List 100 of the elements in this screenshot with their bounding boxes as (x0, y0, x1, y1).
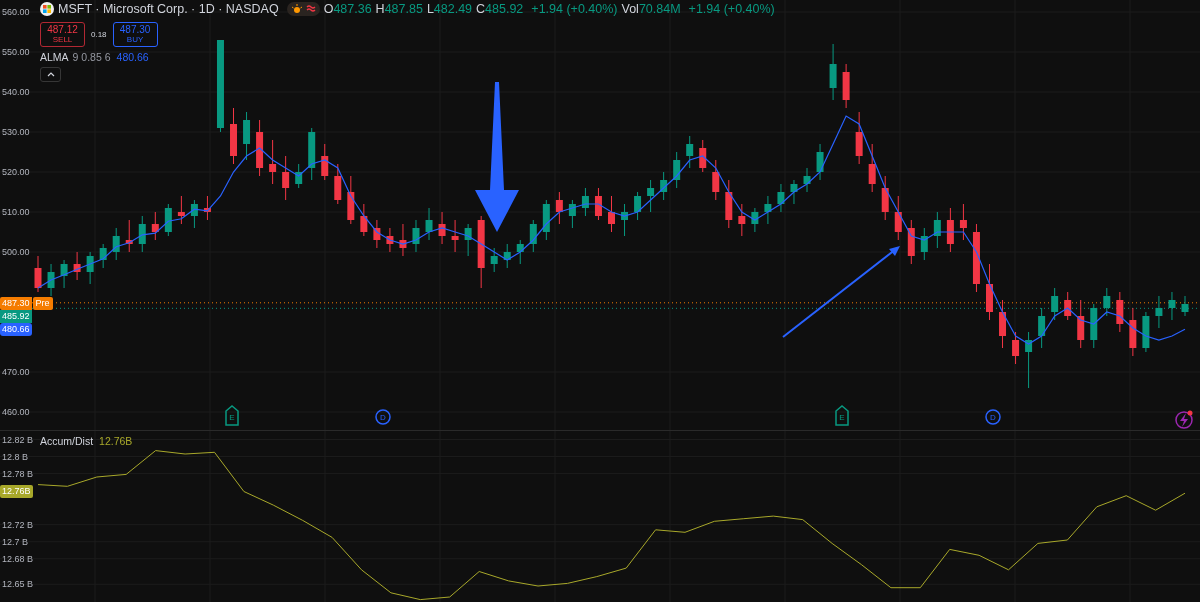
sun-icon[interactable] (290, 4, 303, 14)
axis-label: 530.00 (2, 127, 30, 137)
axis-label: 520.00 (2, 167, 30, 177)
candle (816, 143, 824, 181)
candle (647, 179, 655, 213)
candle (581, 187, 589, 217)
candle (712, 159, 720, 201)
candle (269, 139, 277, 185)
axis-label: 500.00 (2, 247, 30, 257)
candle (412, 219, 420, 253)
premarket-badge: Pre (32, 296, 53, 310)
candle (621, 203, 629, 237)
dividend-marker[interactable]: D (985, 409, 1001, 425)
candle (256, 119, 264, 177)
volume-value: Vol70.84M (621, 2, 681, 16)
candle (699, 139, 707, 173)
candle (34, 255, 42, 293)
indicator-name[interactable]: Accum/Dist (40, 435, 94, 447)
candle (73, 251, 81, 281)
price-change: +1.94 (+0.40%) (531, 2, 618, 16)
candle (790, 179, 798, 205)
symbol-title[interactable]: MSFT · Microsoft Corp. · 1D · NASDAQ (58, 2, 279, 16)
candle (1181, 295, 1189, 317)
axis-label: 550.00 (2, 47, 30, 57)
candle (777, 183, 785, 213)
logo-icon (40, 2, 54, 16)
candle (634, 191, 642, 221)
candle (47, 263, 55, 297)
candle (503, 243, 511, 269)
axis-label: 12.8 B (2, 451, 29, 462)
candle (464, 223, 472, 257)
candle (673, 151, 681, 189)
candle (164, 203, 172, 237)
candle (347, 175, 355, 225)
candle (295, 163, 303, 189)
candle (686, 135, 694, 169)
candle (399, 223, 407, 257)
candle (1129, 307, 1137, 357)
candle (138, 215, 146, 253)
candle (1025, 331, 1033, 389)
indicator-value: 12.76B (99, 435, 133, 447)
ohlc-value: O487.36 (323, 2, 372, 16)
indicator-value-tag: 480.66 (0, 323, 32, 337)
candle (803, 167, 811, 193)
candle (946, 207, 954, 253)
candle (999, 299, 1006, 349)
candle (360, 203, 368, 237)
axis-label: 12.65 B (2, 579, 34, 590)
candle (1090, 303, 1098, 349)
buy-button[interactable]: 487.30 BUY (112, 22, 158, 47)
candle (438, 211, 446, 245)
axis-label: 12.78 B (2, 468, 34, 479)
candle (86, 251, 94, 285)
candle (334, 163, 342, 205)
candle (972, 223, 980, 293)
candle (855, 111, 863, 165)
ohlc-value: H487.85 (375, 2, 423, 16)
candle (308, 127, 316, 181)
candle (1142, 311, 1150, 353)
axis-label: 12.7 B (2, 536, 29, 547)
collapse-button[interactable] (40, 67, 61, 82)
candle (1077, 299, 1085, 349)
candle (282, 155, 290, 201)
axis-label: 540.00 (2, 87, 30, 97)
axis-label: 460.00 (2, 407, 30, 417)
axis-label: 12.68 B (2, 553, 34, 564)
earnings-marker[interactable]: E (225, 405, 239, 426)
candle (60, 259, 68, 289)
earnings-marker[interactable]: E (835, 405, 849, 426)
candle (881, 175, 889, 221)
candle (738, 203, 746, 237)
candle (1012, 331, 1020, 365)
candle (112, 227, 120, 261)
candle (920, 227, 928, 261)
spread-value: 0.18 (91, 30, 107, 39)
candle (1051, 287, 1059, 321)
candle (321, 143, 329, 181)
candle (1116, 291, 1124, 333)
axis-label: 510.00 (2, 207, 30, 217)
sell-button[interactable]: 487.12 SELL (40, 22, 85, 47)
candle (842, 63, 850, 109)
candle (243, 111, 251, 161)
ohlc-value: L482.49 (426, 2, 473, 16)
candle (555, 191, 563, 225)
candle (203, 195, 211, 221)
axis-label: 12.72 B (2, 519, 34, 530)
indicator-name[interactable]: ALMA (40, 51, 69, 63)
waves-icon[interactable] (305, 4, 316, 14)
candle (542, 199, 550, 241)
chevron-up-icon (46, 72, 55, 77)
volume-change: +1.94 (+0.40%) (688, 2, 775, 16)
candle (594, 187, 602, 221)
candle (894, 195, 902, 241)
candle (373, 219, 381, 249)
dividend-marker[interactable]: D (375, 409, 391, 425)
candle (190, 199, 198, 229)
lightning-icon[interactable] (1175, 410, 1193, 429)
candle (125, 219, 133, 253)
indicator-value: 480.66 (116, 51, 149, 63)
candle (230, 107, 237, 165)
